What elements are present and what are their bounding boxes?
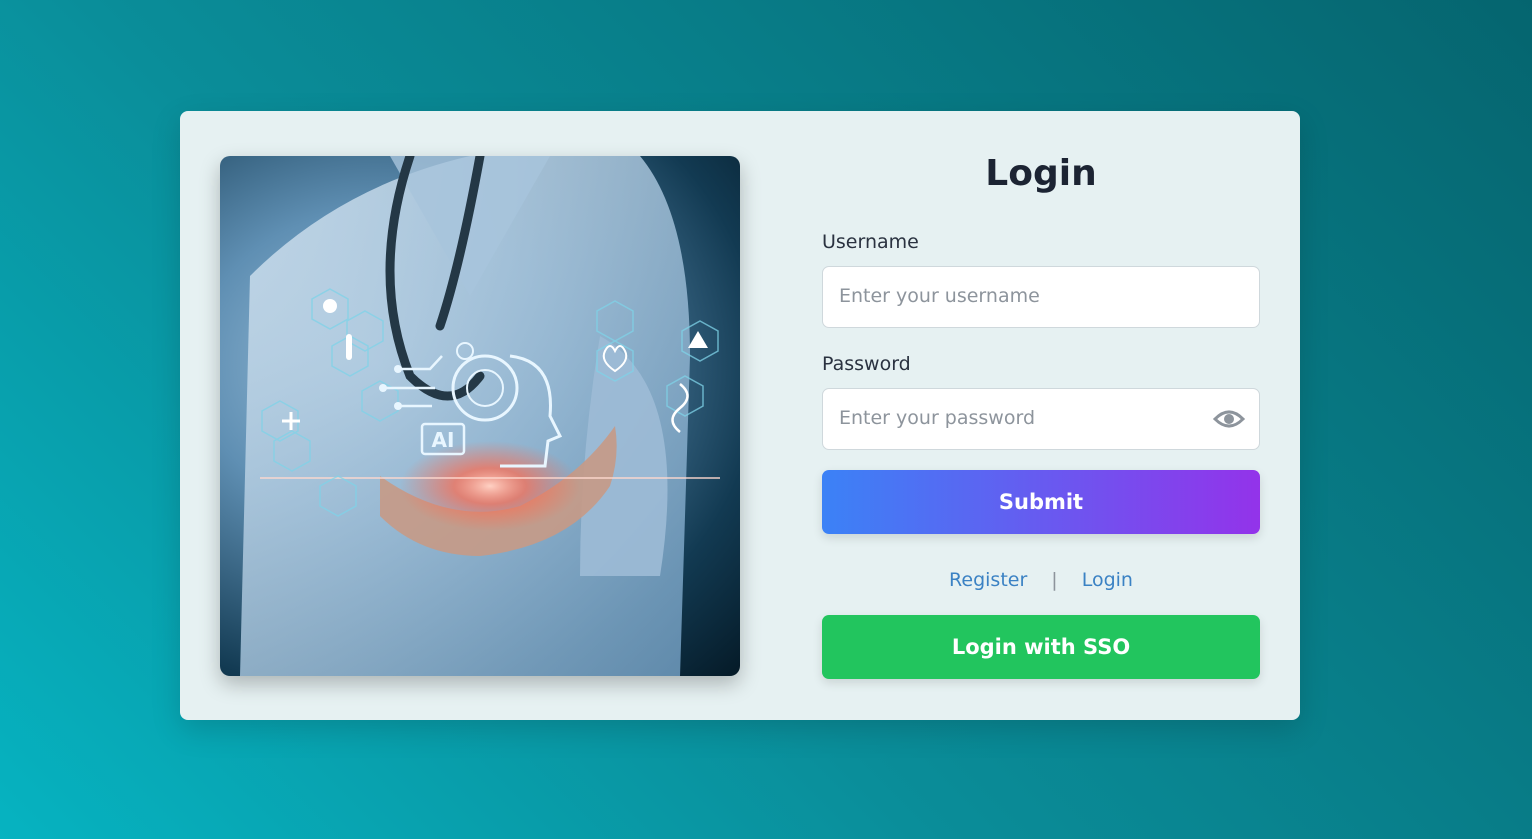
password-label: Password — [822, 353, 911, 375]
username-input[interactable] — [823, 267, 1225, 325]
page-title: Login — [985, 153, 1097, 194]
link-separator: | — [1051, 569, 1058, 591]
password-input[interactable] — [823, 389, 1225, 447]
auth-links: Register | Login — [822, 569, 1260, 591]
submit-button[interactable]: Submit — [822, 470, 1260, 534]
login-card: AI Login Username Password Submi — [180, 111, 1300, 720]
doctor-ai-illustration: AI — [240, 156, 720, 676]
username-label: Username — [822, 231, 919, 253]
login-link[interactable]: Login — [1082, 569, 1133, 591]
username-field-wrapper — [822, 266, 1260, 328]
eye-icon[interactable] — [1212, 407, 1246, 431]
register-link[interactable]: Register — [949, 569, 1027, 591]
hero-image: AI — [220, 156, 740, 676]
sso-login-button[interactable]: Login with SSO — [822, 615, 1260, 679]
password-field-wrapper — [822, 388, 1260, 450]
login-form: Login Username Password Submit Register |… — [822, 111, 1260, 720]
svg-text:AI: AI — [432, 428, 455, 452]
